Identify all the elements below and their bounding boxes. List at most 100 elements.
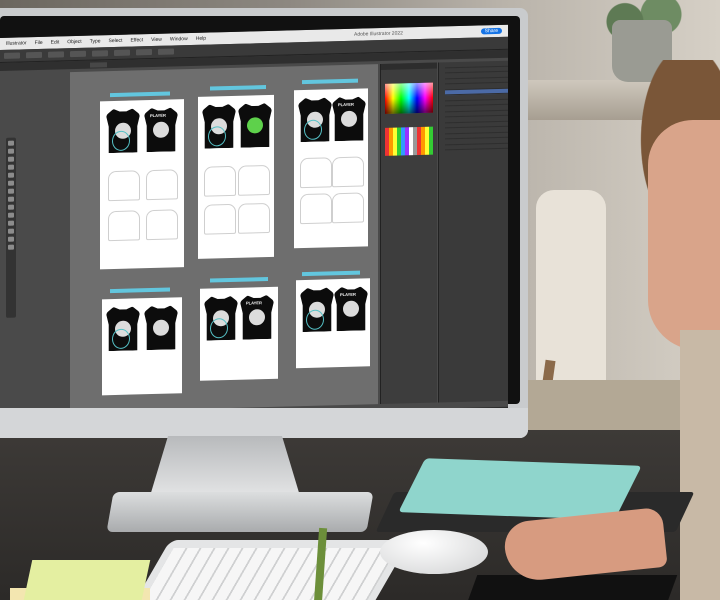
- menu-item-view[interactable]: View: [151, 37, 162, 43]
- jersey-outline: [300, 193, 332, 225]
- control-chip[interactable]: [92, 50, 108, 57]
- menu-item-effect[interactable]: Effect: [130, 37, 143, 43]
- swatches-panel[interactable]: [385, 126, 433, 156]
- artboard-label-bar: [302, 270, 360, 277]
- artboard-label-bar: [210, 276, 268, 283]
- jersey-outline: [204, 203, 236, 235]
- color-spectrum[interactable]: [385, 82, 433, 114]
- artboard[interactable]: PLAYER: [200, 286, 278, 381]
- person-shoulder: [680, 330, 720, 600]
- jersey-swirl: [304, 120, 322, 140]
- rotate-tool-icon[interactable]: [8, 196, 14, 202]
- jersey-front: [202, 104, 236, 149]
- jersey-player-text: PLAYER: [338, 101, 354, 108]
- magic-mouse: [380, 530, 488, 574]
- pen-tool-icon[interactable]: [8, 156, 14, 162]
- jersey-crest: [153, 320, 169, 336]
- jersey-player-text: PLAYER: [246, 300, 262, 306]
- artboard-label-bar: [210, 85, 266, 91]
- control-chip[interactable]: [114, 49, 130, 57]
- layer-row[interactable]: [445, 143, 508, 151]
- jersey-outline: [108, 210, 140, 242]
- jersey-player-text: PLAYER: [340, 291, 356, 298]
- jersey-outline: [238, 202, 270, 234]
- photo-scene: Illustrator File Edit Object Type Select…: [0, 0, 720, 600]
- monitor-bezel: Illustrator File Edit Object Type Select…: [0, 16, 520, 431]
- zoom-tool-icon[interactable]: [8, 236, 14, 242]
- keyboard: [129, 540, 411, 600]
- artboard[interactable]: PLAYER: [294, 88, 368, 249]
- menu-item-help[interactable]: Help: [196, 36, 206, 42]
- fill-stroke-icon[interactable]: [8, 244, 14, 250]
- jersey-back: PLAYER: [240, 295, 274, 340]
- monitor-stand-base: [106, 492, 374, 532]
- control-chip[interactable]: [48, 51, 64, 58]
- monitor-stand: [150, 436, 300, 496]
- control-chip[interactable]: [158, 48, 174, 55]
- jersey-front: [300, 287, 334, 332]
- jersey-crest: [343, 301, 359, 317]
- direct-selection-tool-icon[interactable]: [8, 148, 14, 154]
- jersey-swirl: [208, 126, 226, 146]
- layers-panel: [438, 60, 508, 403]
- person-face: [648, 120, 720, 350]
- menu-item-select[interactable]: Select: [109, 38, 123, 44]
- artboard[interactable]: PLAYER: [296, 278, 370, 369]
- jersey-outline: [300, 157, 332, 189]
- jersey-back: [144, 305, 178, 350]
- jersey-swirl: [306, 310, 324, 330]
- artboard-label-bar: [302, 78, 358, 85]
- line-tool-icon[interactable]: [8, 172, 14, 178]
- jersey-front: [106, 306, 140, 351]
- jersey-back: [238, 103, 272, 148]
- artboard[interactable]: PLAYER: [100, 99, 184, 270]
- scale-tool-icon[interactable]: [8, 204, 14, 210]
- jersey-swirl: [112, 329, 130, 349]
- jersey-back: PLAYER: [144, 107, 178, 152]
- menu-item-app[interactable]: Illustrator: [6, 40, 27, 47]
- menu-item-window[interactable]: Window: [170, 36, 188, 42]
- jersey-crest-selected: [247, 117, 263, 133]
- control-chip[interactable]: [26, 51, 42, 59]
- illustrator-screen: Illustrator File Edit Object Type Select…: [0, 24, 508, 431]
- brush-tool-icon[interactable]: [8, 188, 14, 194]
- window-title: Adobe Illustrator 2022: [354, 30, 403, 38]
- jersey-back: PLAYER: [332, 96, 366, 141]
- jersey-outline: [332, 192, 364, 224]
- sticky-notes: [23, 560, 151, 600]
- type-tool-icon[interactable]: [8, 164, 14, 170]
- jersey-swirl: [112, 131, 130, 151]
- jersey-outline: [238, 164, 270, 196]
- jersey-outline: [146, 169, 178, 201]
- hand-tool-icon[interactable]: [8, 228, 14, 234]
- imac-monitor: Illustrator File Edit Object Type Select…: [0, 8, 528, 438]
- jersey-crest: [249, 309, 265, 325]
- menu-item-object[interactable]: Object: [67, 39, 81, 45]
- artboard-label-bar: [110, 91, 170, 98]
- control-chip[interactable]: [4, 52, 20, 59]
- menu-item-file[interactable]: File: [35, 40, 43, 46]
- jersey-crest: [341, 111, 357, 127]
- menu-item-edit[interactable]: Edit: [51, 39, 60, 45]
- jersey-back: PLAYER: [334, 286, 368, 331]
- teal-notebook: [398, 458, 642, 520]
- jersey-outline: [108, 170, 140, 202]
- selection-tool-icon[interactable]: [8, 140, 14, 146]
- share-button[interactable]: Share: [480, 27, 502, 35]
- eyedropper-tool-icon[interactable]: [8, 220, 14, 226]
- control-chip[interactable]: [136, 49, 152, 56]
- monitor-chin: [0, 408, 528, 438]
- artboard[interactable]: [198, 94, 274, 259]
- artboard-canvas[interactable]: PLAYER PLAYER PLAYER PLAYER: [70, 64, 378, 413]
- color-panels: [380, 62, 437, 405]
- gradient-tool-icon[interactable]: [8, 212, 14, 218]
- control-chip[interactable]: [70, 50, 86, 58]
- document-tab[interactable]: [90, 61, 108, 68]
- jersey-outline: [146, 209, 178, 241]
- shape-tool-icon[interactable]: [8, 180, 14, 186]
- menu-item-type[interactable]: Type: [90, 38, 101, 44]
- color-panel-header[interactable]: [381, 62, 437, 71]
- artboard[interactable]: [102, 297, 182, 396]
- tools-panel: [6, 137, 16, 318]
- jersey-outline: [332, 156, 364, 188]
